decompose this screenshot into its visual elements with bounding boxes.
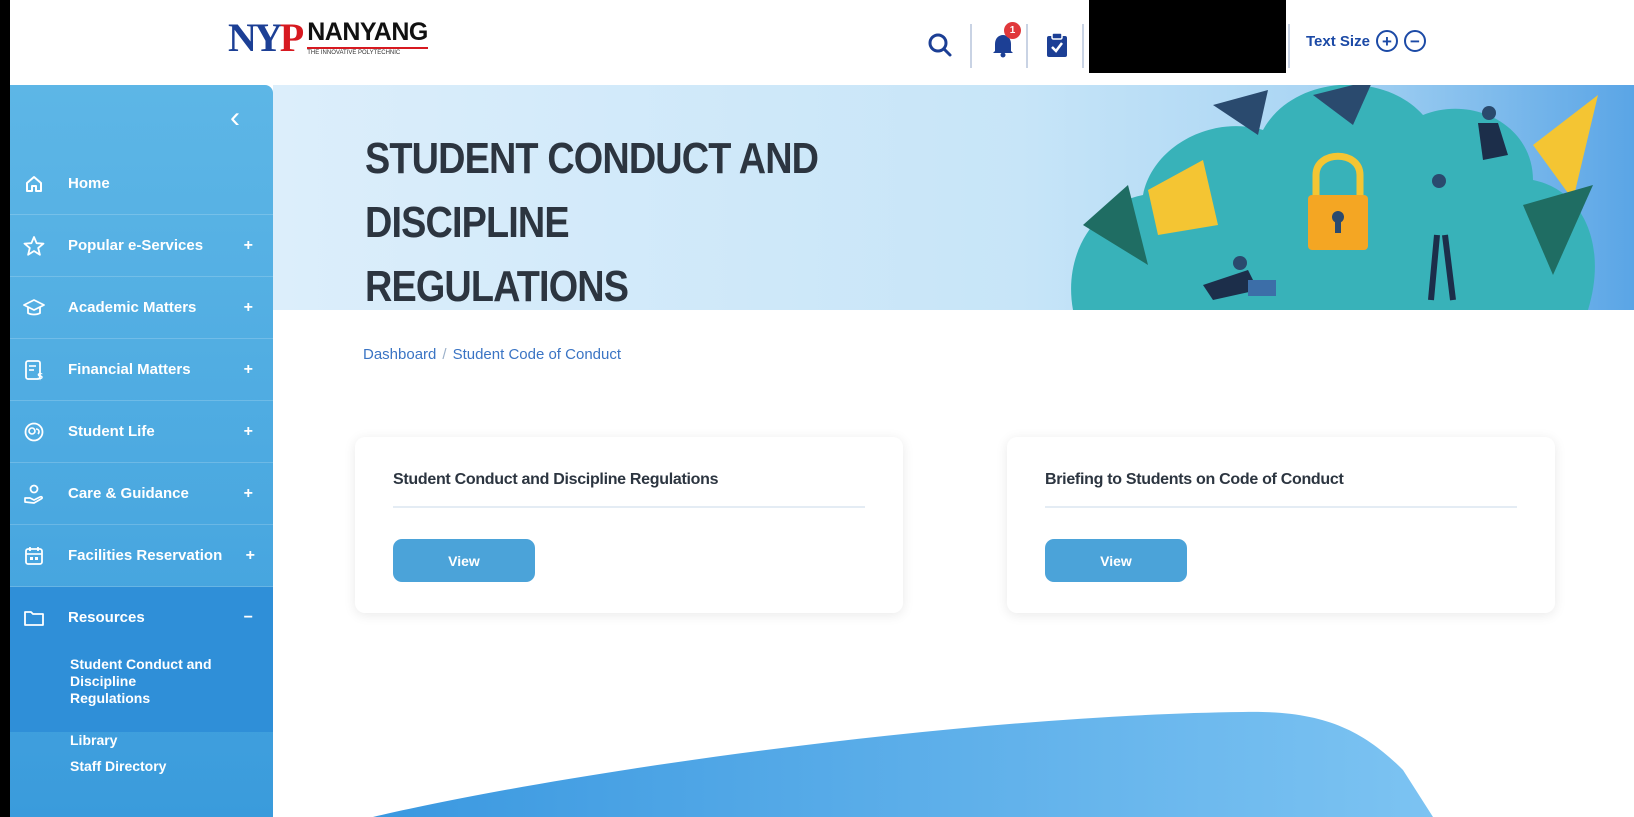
sidebar-item-care-guidance[interactable]: Care & Guidance +: [10, 463, 273, 525]
header-divider: [970, 24, 972, 68]
document-card: Student Conduct and Discipline Regulatio…: [355, 437, 903, 613]
view-button[interactable]: View: [393, 539, 535, 582]
resources-submenu: Student Conduct and Discipline Regulatio…: [10, 646, 273, 774]
sidebar-collapse-icon[interactable]: ‹: [230, 103, 254, 133]
card-title: Student Conduct and Discipline Regulatio…: [393, 471, 719, 488]
breadcrumb-dashboard-link[interactable]: Dashboard: [363, 346, 436, 363]
sidebar-item-label: Resources: [68, 609, 145, 626]
sidebar-item-academic-matters[interactable]: Academic Matters +: [10, 277, 273, 339]
logo-mark: NYP: [228, 15, 304, 60]
text-size-increase-icon[interactable]: +: [1375, 30, 1398, 52]
folder-icon: [22, 606, 46, 630]
collapse-toggle[interactable]: −: [244, 609, 253, 627]
sidebar-item-label: Financial Matters: [68, 361, 191, 378]
expand-toggle[interactable]: +: [244, 423, 253, 441]
sidebar-item-label: Academic Matters: [68, 299, 197, 316]
sidebar-item-resources[interactable]: Resources −: [10, 587, 273, 649]
breadcrumb: Dashboard / Student Code of Conduct: [363, 346, 621, 363]
expand-toggle[interactable]: +: [246, 547, 255, 565]
breadcrumb-current: Student Code of Conduct: [452, 346, 622, 363]
svg-text:$: $: [37, 372, 43, 381]
expand-toggle[interactable]: +: [244, 361, 253, 379]
text-size-decrease-icon[interactable]: −: [1403, 30, 1426, 52]
graduation-cap-icon: [22, 296, 46, 320]
search-icon[interactable]: [925, 30, 955, 60]
expand-toggle[interactable]: +: [244, 299, 253, 317]
logo-text: NANYANG THE INNOVATIVE POLYTECHNIC: [307, 20, 428, 56]
header-divider: [1288, 24, 1290, 68]
clipboard-check-icon[interactable]: [1042, 30, 1072, 60]
sidebar-item-student-life[interactable]: Student Life +: [10, 401, 273, 463]
view-button[interactable]: View: [1045, 539, 1187, 582]
text-size-control: Text Size + −: [1306, 30, 1426, 52]
logo-name: NANYANG: [307, 18, 428, 46]
submenu-item-student-conduct[interactable]: Student Conduct and Discipline Regulatio…: [70, 656, 212, 707]
top-header: NYP NANYANG THE INNOVATIVE POLYTECHNIC 1…: [10, 0, 1634, 85]
student-life-icon: [22, 420, 46, 444]
notification-bell-icon[interactable]: 1: [988, 22, 1021, 60]
expand-toggle[interactable]: +: [244, 485, 253, 503]
expand-toggle[interactable]: +: [244, 237, 253, 255]
invoice-dollar-icon: $: [22, 358, 46, 382]
sidebar-item-financial-matters[interactable]: $ Financial Matters +: [10, 339, 273, 401]
card-divider: [1045, 506, 1517, 508]
sidebar-item-label: Home: [68, 175, 110, 192]
document-card: Briefing to Students on Code of Conduct …: [1007, 437, 1555, 613]
sidebar-item-label: Popular e-Services: [68, 237, 204, 254]
notification-badge: 1: [1004, 22, 1021, 39]
page-banner: STUDENT CONDUCT AND DISCIPLINE REGULATIO…: [273, 85, 1634, 311]
sidebar-item-label: Facilities Reservation: [68, 547, 223, 564]
redacted-area: [1089, 0, 1286, 73]
sidebar-item-facilities-reservation[interactable]: Facilities Reservation +: [10, 525, 273, 587]
header-divider: [1082, 24, 1084, 68]
home-icon: [22, 172, 46, 196]
breadcrumb-separator: /: [442, 346, 447, 363]
page-title: STUDENT CONDUCT AND DISCIPLINE REGULATIO…: [365, 134, 819, 311]
text-size-label: Text Size: [1306, 32, 1370, 50]
care-hand-icon: [22, 482, 46, 506]
security-illustration: [1071, 85, 1598, 310]
decorative-wave: [373, 711, 1433, 817]
sidebar-item-home[interactable]: Home: [10, 153, 273, 215]
submenu-item-library[interactable]: Library: [70, 732, 117, 749]
sidebar-item-popular-e-services[interactable]: Popular e-Services +: [10, 215, 273, 277]
sidebar-item-label: Student Life: [68, 423, 155, 440]
card-title: Briefing to Students on Code of Conduct: [1045, 471, 1344, 488]
sidebar-item-label: Care & Guidance: [68, 485, 189, 502]
app-window: NYP NANYANG THE INNOVATIVE POLYTECHNIC 1…: [10, 0, 1634, 817]
star-icon: [22, 234, 46, 258]
calendar-icon: [22, 544, 46, 568]
logo-tagline: THE INNOVATIVE POLYTECHNIC: [307, 47, 428, 56]
nyp-logo[interactable]: NYP NANYANG THE INNOVATIVE POLYTECHNIC: [228, 18, 428, 58]
card-divider: [393, 506, 865, 508]
header-divider: [1026, 24, 1028, 68]
submenu-item-staff-directory[interactable]: Staff Directory: [70, 758, 166, 775]
